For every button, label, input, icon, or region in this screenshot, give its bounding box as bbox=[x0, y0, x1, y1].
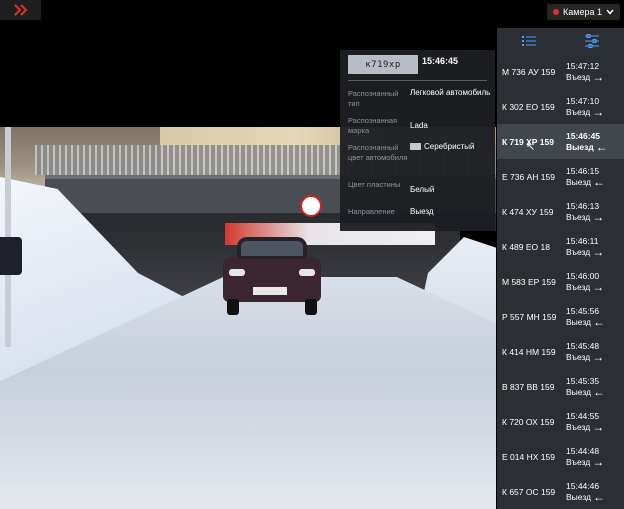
type-value: Легковой автомобиль bbox=[410, 88, 491, 97]
type-label: Распознанный тип bbox=[348, 89, 399, 108]
event-plate: К 657 ОС 159 bbox=[502, 486, 556, 497]
car bbox=[223, 237, 321, 317]
event-plate: М 736 АУ 159 bbox=[502, 66, 556, 77]
color-value: Серебристый bbox=[410, 142, 492, 152]
event-time: 15:46:45 bbox=[566, 130, 601, 141]
arrow-right-icon: → bbox=[592, 280, 605, 294]
plate-color-value: Белый bbox=[410, 185, 435, 194]
event-row[interactable]: К 489 ЕО 18 15:46:11 Въезд → bbox=[497, 229, 624, 264]
color-value-text: Серебристый bbox=[424, 142, 475, 151]
color-swatch bbox=[410, 143, 421, 151]
event-row[interactable]: В 837 ВВ 159 15:45:35 Выезд ← bbox=[497, 369, 624, 404]
event-row[interactable]: К 414 НМ 159 15:45:48 Въезд → bbox=[497, 334, 624, 369]
event-row[interactable]: Е 736 АН 159 15:46:15 Выезд ← bbox=[497, 159, 624, 194]
arrow-right-icon: → bbox=[592, 245, 605, 259]
arrow-left-icon: ← bbox=[593, 315, 605, 329]
popup-time: 15:46:45 bbox=[422, 56, 459, 66]
event-direction: Въезд bbox=[566, 211, 591, 222]
event-row[interactable]: М 583 ЕР 159 15:46:00 Въезд → bbox=[497, 264, 624, 299]
event-direction: Выезд bbox=[566, 316, 591, 327]
event-direction: Выезд bbox=[566, 491, 591, 502]
car-license-plate bbox=[253, 287, 287, 295]
arrow-left-icon: ← bbox=[593, 175, 605, 189]
event-row[interactable]: К 720 ОХ 159 15:44:55 Въезд → bbox=[497, 404, 624, 439]
event-direction: Выезд bbox=[566, 176, 591, 187]
expand-panel-button[interactable] bbox=[0, 0, 41, 20]
arrow-left-icon: ← bbox=[595, 140, 608, 154]
plate-color-label: Цвет пластины bbox=[348, 180, 401, 189]
arrow-left-icon: ← bbox=[593, 490, 605, 504]
direction-label: Направление bbox=[348, 207, 395, 216]
brand-label: Распознанная марка bbox=[348, 116, 398, 135]
color-label: Распознанный цвет автомобиля bbox=[348, 143, 408, 162]
arrow-right-icon: → bbox=[592, 105, 605, 119]
event-direction: Въезд bbox=[566, 421, 591, 432]
event-list: М 736 АУ 159 15:47:12 Въезд → К 302 ЕО 159 15… bbox=[497, 54, 624, 509]
event-direction: Въезд bbox=[566, 456, 591, 467]
event-plate: Е 736 АН 159 bbox=[502, 171, 555, 182]
tab-list-view[interactable] bbox=[497, 28, 561, 54]
event-plate: К 489 ЕО 18 bbox=[502, 241, 550, 252]
brand-value: Lada bbox=[410, 121, 428, 130]
arrow-right-icon: → bbox=[592, 210, 605, 224]
mouse-cursor-icon: ↖ bbox=[526, 141, 536, 153]
arrow-right-icon: → bbox=[592, 350, 605, 364]
list-icon bbox=[521, 36, 536, 46]
event-plate: К 302 ЕО 159 bbox=[502, 101, 555, 112]
event-direction: Въезд bbox=[566, 246, 591, 257]
event-direction: Въезд bbox=[566, 351, 591, 362]
camera-select[interactable]: Камера 1 bbox=[547, 4, 620, 20]
event-plate: К 720 ОХ 159 bbox=[502, 416, 555, 427]
event-direction: Въезд bbox=[566, 281, 591, 292]
chevron-down-icon bbox=[606, 9, 614, 15]
arrow-left-icon: ← bbox=[593, 385, 605, 399]
events-panel: М 736 АУ 159 15:47:12 Въезд → К 302 ЕО 159 15… bbox=[497, 28, 624, 509]
event-row[interactable]: М 736 АУ 159 15:47:12 Въезд → bbox=[497, 54, 624, 89]
event-plate: К 414 НМ 159 bbox=[502, 346, 556, 357]
event-details-popup: к719хр 15:46:45 Распознанный тип Легково… bbox=[340, 50, 495, 231]
direction-value: Выезд bbox=[410, 207, 434, 216]
event-direction: Выезд bbox=[566, 386, 591, 397]
tab-filters[interactable] bbox=[561, 28, 624, 54]
top-bar: Камера 1 bbox=[0, 0, 624, 22]
event-plate: К 474 ХУ 159 bbox=[502, 206, 554, 217]
event-row[interactable]: Р 557 МН 159 15:45:56 Выезд ← bbox=[497, 299, 624, 334]
panel-header bbox=[497, 28, 624, 54]
event-direction: Выезд bbox=[566, 141, 594, 152]
event-plate: М 583 ЕР 159 bbox=[502, 276, 556, 287]
event-direction: Въезд bbox=[566, 71, 591, 82]
event-row[interactable]: К 302 ЕО 159 15:47:10 Въезд → bbox=[497, 89, 624, 124]
double-chevron-right-icon bbox=[13, 4, 27, 16]
event-row[interactable]: К 474 ХУ 159 15:46:13 Въезд → bbox=[497, 194, 624, 229]
arrow-right-icon: → bbox=[592, 455, 605, 469]
event-row[interactable]: К 719 ХР 159 15:46:45 Выезд ← bbox=[497, 124, 624, 159]
filter-sliders-icon bbox=[585, 34, 600, 48]
camera-status-dot bbox=[553, 9, 560, 15]
event-row[interactable]: Е 014 НХ 159 15:44:48 Въезд → bbox=[497, 439, 624, 474]
event-plate: Е 014 НХ 159 bbox=[502, 451, 555, 462]
arrow-right-icon: → bbox=[592, 420, 605, 434]
arrow-right-icon: → bbox=[592, 70, 605, 84]
event-plate: Р 557 МН 159 bbox=[502, 311, 557, 322]
event-row[interactable]: К 657 ОС 159 15:44:46 Выезд ← bbox=[497, 474, 624, 509]
event-direction: Въезд bbox=[566, 106, 591, 117]
road-sign bbox=[300, 195, 322, 217]
plate-snapshot: к719хр bbox=[348, 55, 418, 74]
camera-label: Камера 1 bbox=[563, 7, 602, 17]
event-plate: В 837 ВВ 159 bbox=[502, 381, 555, 392]
